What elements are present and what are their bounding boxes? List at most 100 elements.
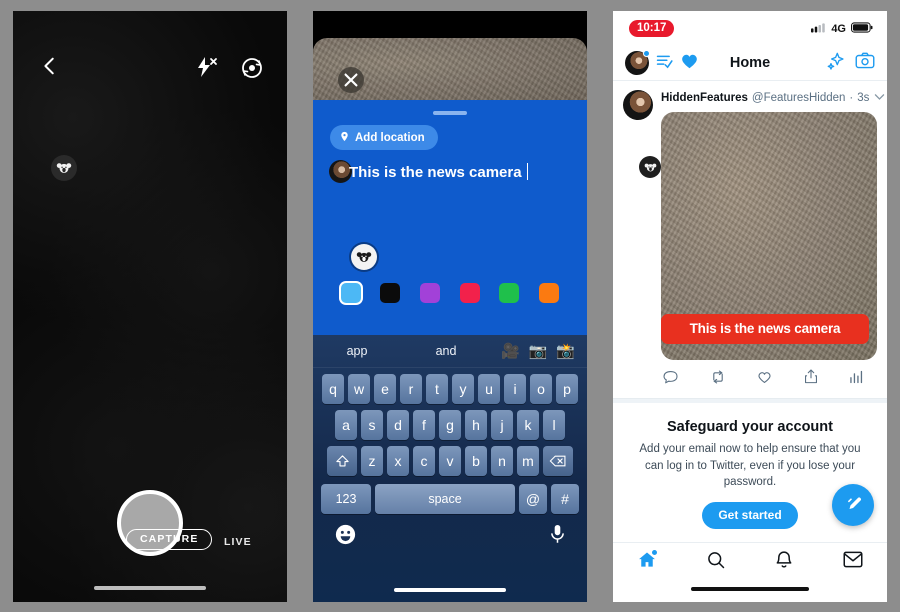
status-time: 10:17	[629, 20, 675, 37]
live-mode-button[interactable]: LIVE	[224, 536, 252, 548]
messages-tab[interactable]	[843, 551, 863, 573]
tweet-body: HiddenFeatures @FeaturesHidden · 3s This…	[661, 90, 885, 398]
status-bar: 10:17 4G	[613, 11, 887, 46]
key-f[interactable]: f	[413, 410, 435, 440]
camera-flip-icon[interactable]	[239, 55, 265, 81]
key-v[interactable]: v	[439, 446, 461, 476]
backspace-key[interactable]	[543, 446, 573, 476]
koala-watermark-icon	[639, 156, 661, 178]
checklist-icon[interactable]	[656, 53, 673, 74]
sparkle-icon[interactable]	[827, 51, 846, 75]
retweet-icon[interactable]	[710, 369, 726, 389]
key-h[interactable]: h	[465, 410, 487, 440]
key-t[interactable]: t	[426, 374, 448, 404]
key-m[interactable]: m	[517, 446, 539, 476]
key-i[interactable]: i	[504, 374, 526, 404]
home-indicator	[691, 587, 809, 591]
suggestion-2[interactable]: and	[401, 344, 491, 358]
compose-text[interactable]: This is the news camera	[349, 162, 529, 181]
swatch-green[interactable]	[499, 283, 520, 303]
tweet-timestamp: 3s	[857, 92, 870, 104]
key-q[interactable]: q	[322, 374, 344, 404]
compose-tweet-button[interactable]	[832, 484, 874, 526]
swatch-purple[interactable]	[420, 283, 441, 303]
key-s[interactable]: s	[361, 410, 383, 440]
swatch-pink[interactable]	[459, 283, 480, 303]
numeric-key[interactable]: 123	[321, 484, 371, 514]
key-a[interactable]: a	[335, 410, 357, 440]
camera-icon[interactable]	[855, 52, 875, 74]
on-screen-keyboard: app and 🎥 📷 📸 q w e r t y u i o p a s d …	[313, 335, 587, 602]
at-key[interactable]: @	[519, 484, 547, 514]
emoji-icon[interactable]	[335, 524, 356, 545]
keyboard-row-3: z x c v b n m	[313, 446, 587, 476]
shift-key[interactable]	[327, 446, 357, 476]
key-u[interactable]: u	[478, 374, 500, 404]
koala-watermark-icon	[351, 244, 377, 270]
key-p[interactable]: p	[556, 374, 578, 404]
close-icon[interactable]	[338, 67, 364, 93]
tweet-action-bar	[661, 360, 877, 398]
camera-flash-emoji[interactable]: 📸	[556, 342, 575, 360]
key-e[interactable]: e	[374, 374, 396, 404]
key-y[interactable]: y	[452, 374, 474, 404]
home-indicator	[394, 588, 506, 592]
share-icon[interactable]	[804, 369, 818, 389]
keyboard-bottom-row	[313, 514, 587, 545]
get-started-button[interactable]: Get started	[702, 502, 798, 530]
video-camera-emoji[interactable]: 🎥	[501, 342, 520, 360]
reply-icon[interactable]	[663, 370, 678, 389]
koala-watermark-icon	[51, 155, 77, 181]
search-tab[interactable]	[706, 550, 726, 575]
screenshot-stage: CAPTURE LIVE Add location This is the ne…	[0, 0, 900, 612]
suggestion-bar: app and 🎥 📷 📸	[313, 335, 587, 368]
key-d[interactable]: d	[387, 410, 409, 440]
hash-key[interactable]: #	[551, 484, 579, 514]
drag-handle[interactable]	[433, 111, 467, 115]
notifications-tab[interactable]	[774, 550, 794, 575]
key-g[interactable]: g	[439, 410, 461, 440]
key-o[interactable]: o	[530, 374, 552, 404]
key-l[interactable]: l	[543, 410, 565, 440]
keyboard-row-2: a s d f g h j k l	[313, 410, 587, 440]
compose-panel: Add location This is the news camera	[313, 100, 587, 335]
back-icon[interactable]	[39, 55, 61, 77]
key-c[interactable]: c	[413, 446, 435, 476]
swatch-black[interactable]	[380, 283, 401, 303]
tweet-card[interactable]: HiddenFeatures @FeaturesHidden · 3s This…	[613, 81, 887, 398]
bottom-tab-bar	[613, 542, 887, 578]
capture-mode-button[interactable]: CAPTURE	[126, 529, 213, 550]
key-n[interactable]: n	[491, 446, 513, 476]
tweet-separator: ·	[849, 92, 854, 104]
key-j[interactable]: j	[491, 410, 513, 440]
camera-emoji[interactable]: 📷	[529, 342, 548, 360]
home-tab[interactable]	[637, 548, 659, 575]
avatar[interactable]	[625, 50, 650, 75]
tweet-author-avatar[interactable]	[623, 90, 653, 120]
like-icon[interactable]	[757, 370, 772, 389]
key-z[interactable]: z	[361, 446, 383, 476]
status-right-group: 4G	[811, 20, 873, 38]
microphone-icon[interactable]	[550, 524, 565, 545]
suggestion-1[interactable]: app	[313, 344, 401, 358]
key-k[interactable]: k	[517, 410, 539, 440]
key-w[interactable]: w	[348, 374, 370, 404]
chevron-down-icon[interactable]	[873, 90, 886, 106]
key-r[interactable]: r	[400, 374, 422, 404]
header-right-group	[827, 51, 875, 75]
tweet-image[interactable]: This is the news camera	[661, 112, 877, 360]
space-key[interactable]: space	[375, 484, 515, 514]
promo-body: Add your email now to help ensure that y…	[639, 443, 861, 489]
add-location-button[interactable]: Add location	[330, 125, 438, 150]
swatch-orange[interactable]	[539, 283, 560, 303]
key-b[interactable]: b	[465, 446, 487, 476]
suggestion-emoji-group: 🎥 📷 📸	[501, 342, 575, 360]
analytics-icon[interactable]	[849, 370, 863, 389]
compose-text-row[interactable]: This is the news camera	[329, 160, 579, 183]
twitter-home-screen: 10:17 4G Home HiddenFeatures @FeaturesHi…	[613, 11, 887, 602]
swatch-light-blue[interactable]	[340, 283, 361, 303]
heart-icon[interactable]	[680, 52, 699, 74]
tweet-display-name[interactable]: HiddenFeatures	[661, 92, 748, 104]
flash-off-icon[interactable]	[193, 55, 219, 79]
key-x[interactable]: x	[387, 446, 409, 476]
